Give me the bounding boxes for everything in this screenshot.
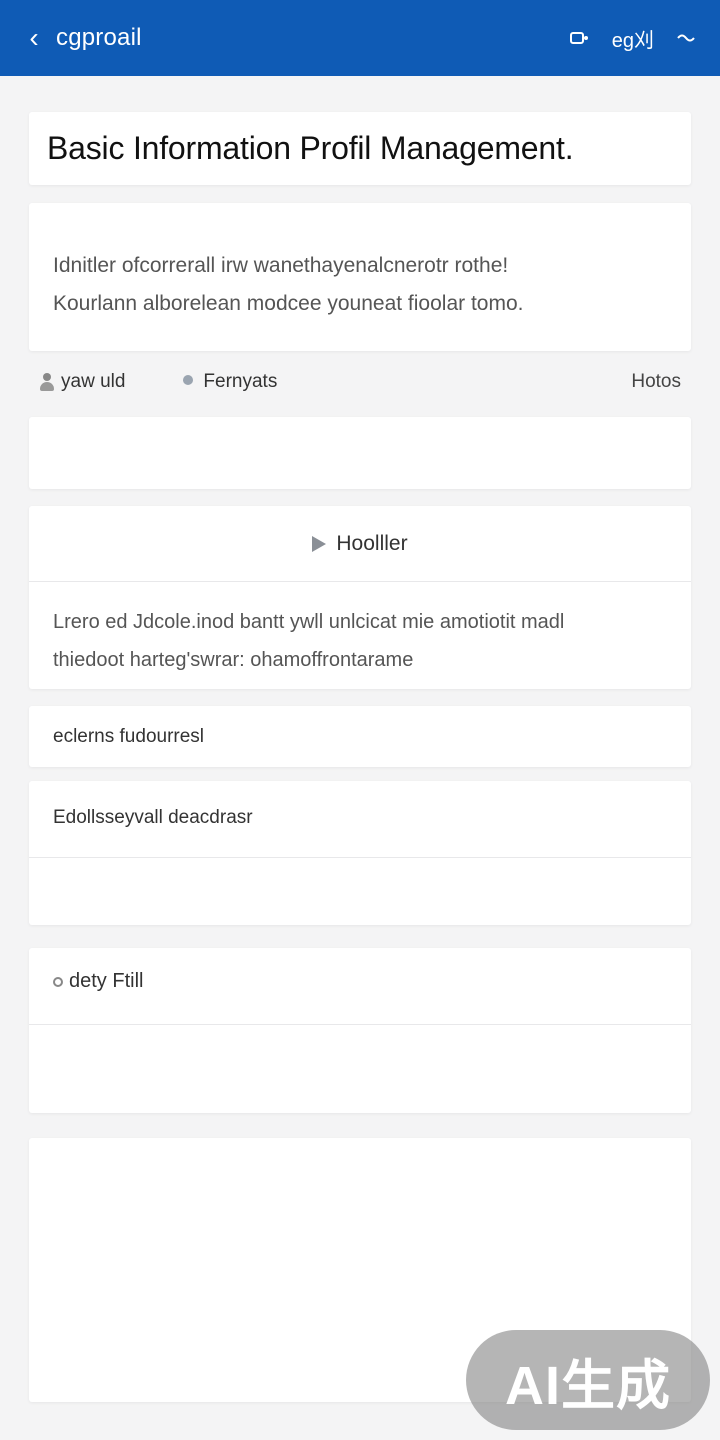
tab-profile[interactable]: yaw uld	[39, 371, 125, 393]
section-card-details: dety Ftill	[29, 948, 691, 1113]
list-item[interactable]: eclerns fudourresl	[29, 706, 691, 767]
section-card-address: Edollsseyvall deacdrasr	[29, 781, 691, 925]
divider	[29, 581, 691, 582]
tab-photos[interactable]: Hotos	[631, 371, 681, 393]
section-label-details-text: dety Ftill	[69, 970, 144, 992]
ai-generated-badge: AI生成	[466, 1330, 710, 1430]
dot-icon	[181, 373, 197, 391]
play-icon	[312, 535, 327, 552]
list-item-label: eclerns fudourresl	[53, 725, 205, 747]
section-label-address: Edollsseyvall deacdrasr	[53, 807, 253, 828]
app-bar-actions: eg刈	[568, 24, 698, 53]
tab-private[interactable]: Fernyats	[181, 371, 277, 393]
share-icon[interactable]	[568, 26, 592, 50]
intro-line-2: Kourlann alborelean modcee youneat fiool…	[53, 292, 524, 315]
app-bar-title: cgproail	[56, 24, 142, 51]
tab-profile-label: yaw uld	[61, 371, 126, 392]
chevron-left-icon: ‹	[29, 22, 39, 53]
back-button[interactable]: ‹	[22, 18, 46, 58]
header-section-line-1: Lrero ed Jdcole.inod bantt ywll unlcicat…	[53, 611, 565, 633]
section-label-details: dety Ftill	[53, 970, 143, 993]
header-section-title: Hoolller	[336, 531, 408, 555]
empty-field-card[interactable]	[29, 417, 691, 489]
address-input-area[interactable]	[29, 858, 691, 925]
app-bar-action-label[interactable]: eg刈	[612, 24, 654, 53]
details-input-area[interactable]	[29, 1025, 691, 1113]
header-section-card: Hoolller Lrero ed Jdcole.inod bantt ywll…	[29, 506, 691, 689]
intro-line-1: Idnitler ofcorrerall irw wanethayenalcne…	[53, 254, 509, 277]
tab-private-label: Fernyats	[203, 371, 278, 392]
header-section-head[interactable]: Hoolller	[29, 506, 691, 581]
header-section-body: Lrero ed Jdcole.inod bantt ywll unlcicat…	[29, 581, 691, 679]
tabs-row: yaw uld Fernyats Hotos	[29, 362, 691, 402]
app-bar: ‹ cgproail eg刈	[0, 0, 720, 76]
circle-icon	[53, 976, 63, 987]
more-icon[interactable]	[674, 26, 698, 50]
header-section-line-2: thiedoot harteg'swrar: ohamoffrontarame	[53, 649, 414, 671]
page-title: Basic Information Profil Management.	[47, 130, 574, 166]
intro-card: Idnitler ofcorrerall irw wanethayenalcne…	[29, 203, 691, 351]
page-title-card: Basic Information Profil Management.	[29, 112, 691, 185]
person-icon	[39, 373, 55, 391]
